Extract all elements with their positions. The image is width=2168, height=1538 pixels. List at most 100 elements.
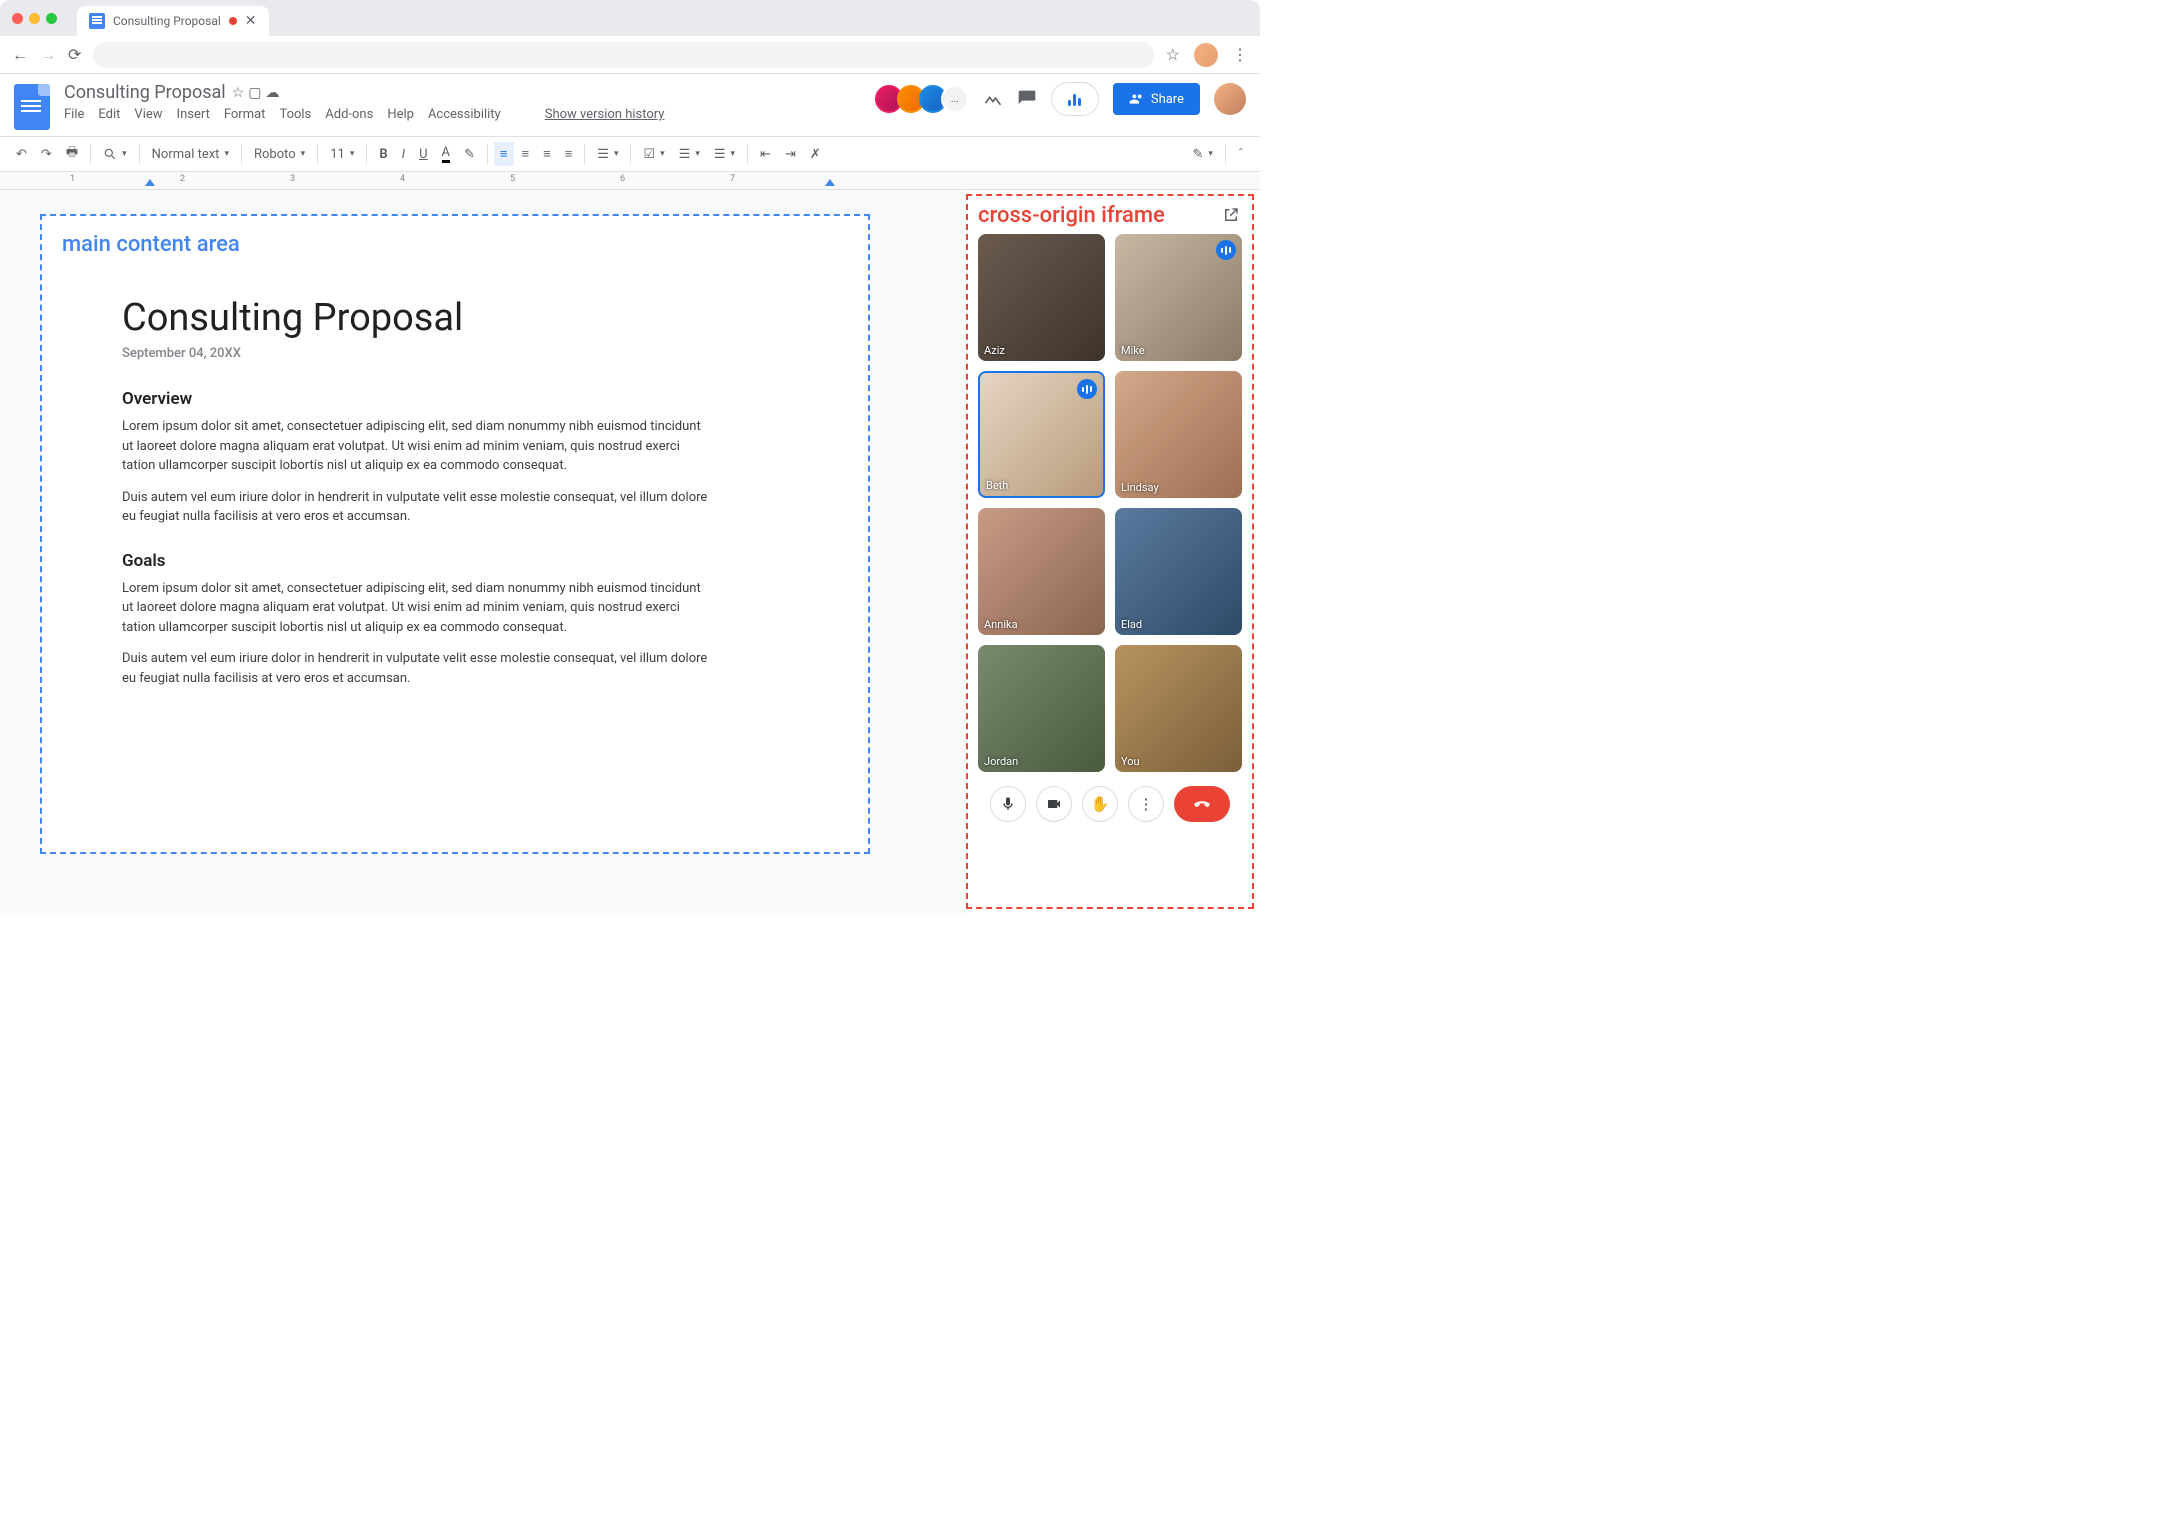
star-icon[interactable]: ☆ xyxy=(232,85,245,101)
forward-icon[interactable]: → xyxy=(40,45,56,65)
reload-icon[interactable]: ⟳ xyxy=(68,45,81,64)
document-page[interactable]: main content area Consulting Proposal Se… xyxy=(40,214,870,854)
speaking-indicator-icon xyxy=(1077,379,1097,399)
bookmark-star-icon[interactable]: ☆ xyxy=(1166,45,1180,64)
align-left-icon[interactable]: ≡ xyxy=(494,142,514,166)
participant-tile[interactable]: Jordan xyxy=(978,645,1105,772)
camera-button[interactable] xyxy=(1036,786,1072,822)
redo-icon[interactable]: ↷ xyxy=(35,143,58,166)
editing-mode-dropdown[interactable]: ✎ xyxy=(1186,143,1218,166)
doc-paragraph[interactable]: Lorem ipsum dolor sit amet, consectetuer… xyxy=(122,417,712,476)
menu-edit[interactable]: Edit xyxy=(98,107,120,122)
doc-paragraph[interactable]: Lorem ipsum dolor sit amet, consectetuer… xyxy=(122,579,712,638)
ruler-tick: 6 xyxy=(620,174,625,184)
address-bar[interactable] xyxy=(93,42,1153,68)
doc-paragraph[interactable]: Duis autem vel eum iriure dolor in hendr… xyxy=(122,649,712,688)
document-title[interactable]: Consulting Proposal xyxy=(64,82,226,103)
menu-help[interactable]: Help xyxy=(387,107,414,122)
menu-file[interactable]: File xyxy=(64,107,84,122)
participant-tile[interactable]: Annika xyxy=(978,508,1105,635)
indent-increase-icon[interactable]: ⇥ xyxy=(779,143,802,166)
collaborator-avatars[interactable]: ... xyxy=(881,85,969,113)
indent-marker-right-icon[interactable] xyxy=(825,179,835,186)
participant-name: You xyxy=(1121,755,1140,768)
move-icon[interactable]: ▢ xyxy=(248,85,261,101)
participant-tile[interactable]: Aziz xyxy=(978,234,1105,361)
participant-tile[interactable]: Mike xyxy=(1115,234,1242,361)
font-family-dropdown[interactable]: Roboto xyxy=(248,143,311,166)
tab-close-icon[interactable]: ✕ xyxy=(245,13,257,29)
browser-menu-icon[interactable]: ⋮ xyxy=(1232,45,1248,64)
browser-tab[interactable]: Consulting Proposal ✕ xyxy=(77,6,269,36)
cloud-status-icon[interactable]: ☁ xyxy=(265,85,279,101)
version-history-link[interactable]: Show version history xyxy=(545,107,665,122)
recording-indicator-icon xyxy=(229,17,237,25)
menu-accessibility[interactable]: Accessibility xyxy=(428,107,501,122)
participant-tile[interactable]: Beth xyxy=(978,371,1105,498)
line-spacing-icon[interactable]: ☰ xyxy=(591,143,624,166)
video-call-panel: cross-origin iframe Aziz Mike Beth Linds… xyxy=(966,194,1254,909)
align-right-icon[interactable]: ≡ xyxy=(537,142,557,166)
popout-icon[interactable] xyxy=(1222,206,1240,224)
account-avatar-icon[interactable] xyxy=(1214,83,1246,115)
share-button[interactable]: Share xyxy=(1113,83,1200,115)
annotation-iframe: cross-origin iframe xyxy=(978,204,1242,228)
raise-hand-button[interactable]: ✋ xyxy=(1082,786,1118,822)
menu-tools[interactable]: Tools xyxy=(279,107,311,122)
menu-addons[interactable]: Add-ons xyxy=(325,107,373,122)
menu-view[interactable]: View xyxy=(134,107,162,122)
ruler[interactable]: 1 2 3 4 5 6 7 xyxy=(0,172,1260,190)
paragraph-style-dropdown[interactable]: Normal text xyxy=(146,143,235,166)
window-titlebar: Consulting Proposal ✕ xyxy=(0,0,1260,36)
indent-marker-left-icon[interactable] xyxy=(145,179,155,186)
end-call-button[interactable] xyxy=(1174,786,1230,822)
zoom-dropdown[interactable] xyxy=(97,143,133,165)
doc-date[interactable]: September 04, 20XX xyxy=(122,346,788,361)
doc-heading-overview[interactable]: Overview xyxy=(122,389,788,409)
print-icon[interactable]: 🖶 xyxy=(60,139,84,169)
bulleted-list-icon[interactable]: ☰ xyxy=(673,143,706,166)
document-canvas[interactable]: main content area Consulting Proposal Se… xyxy=(0,190,966,915)
participant-name: Jordan xyxy=(984,755,1018,768)
font-size-dropdown[interactable]: 11 xyxy=(324,143,360,166)
more-options-button[interactable]: ⋮ xyxy=(1128,786,1164,822)
align-justify-icon[interactable]: ≡ xyxy=(559,142,579,166)
bold-icon[interactable]: B xyxy=(373,143,393,166)
participant-name: Annika xyxy=(984,618,1018,631)
hide-menus-icon[interactable]: ˆ xyxy=(1232,143,1250,166)
doc-heading-goals[interactable]: Goals xyxy=(122,551,788,571)
meet-button[interactable] xyxy=(1051,82,1099,116)
docs-logo-icon[interactable] xyxy=(14,84,50,130)
clear-formatting-icon[interactable]: ✗ xyxy=(804,143,827,166)
participant-tile[interactable]: Lindsay xyxy=(1115,371,1242,498)
collaborator-overflow[interactable]: ... xyxy=(941,85,969,113)
activity-icon[interactable] xyxy=(983,89,1003,109)
underline-icon[interactable]: U xyxy=(413,143,433,166)
italic-icon[interactable]: I xyxy=(396,143,411,166)
highlight-icon[interactable]: ✎ xyxy=(458,143,481,166)
numbered-list-icon[interactable]: ☰ xyxy=(708,143,741,166)
participant-tile[interactable]: Elad xyxy=(1115,508,1242,635)
mute-mic-button[interactable] xyxy=(990,786,1026,822)
docs-favicon-icon xyxy=(89,13,105,29)
tab-title: Consulting Proposal xyxy=(113,14,221,28)
call-controls: ✋ ⋮ xyxy=(978,786,1242,822)
participant-tile[interactable]: You xyxy=(1115,645,1242,772)
checklist-icon[interactable]: ☑ xyxy=(637,143,670,166)
comments-icon[interactable] xyxy=(1017,89,1037,109)
menu-insert[interactable]: Insert xyxy=(177,107,210,122)
back-icon[interactable]: ← xyxy=(12,45,28,65)
window-zoom-icon[interactable] xyxy=(46,13,57,24)
profile-avatar-icon[interactable] xyxy=(1194,43,1218,67)
doc-heading-title[interactable]: Consulting Proposal xyxy=(122,296,788,340)
align-center-icon[interactable]: ≡ xyxy=(516,142,536,166)
audio-bars-icon xyxy=(1068,92,1081,106)
doc-paragraph[interactable]: Duis autem vel eum iriure dolor in hendr… xyxy=(122,488,712,527)
window-minimize-icon[interactable] xyxy=(29,13,40,24)
window-close-icon[interactable] xyxy=(12,13,23,24)
indent-decrease-icon[interactable]: ⇤ xyxy=(754,143,777,166)
text-color-icon[interactable]: A xyxy=(436,141,456,167)
undo-icon[interactable]: ↶ xyxy=(10,143,33,166)
docs-header: Consulting Proposal ☆ ▢ ☁ File Edit View… xyxy=(0,74,1260,130)
menu-format[interactable]: Format xyxy=(224,107,266,122)
